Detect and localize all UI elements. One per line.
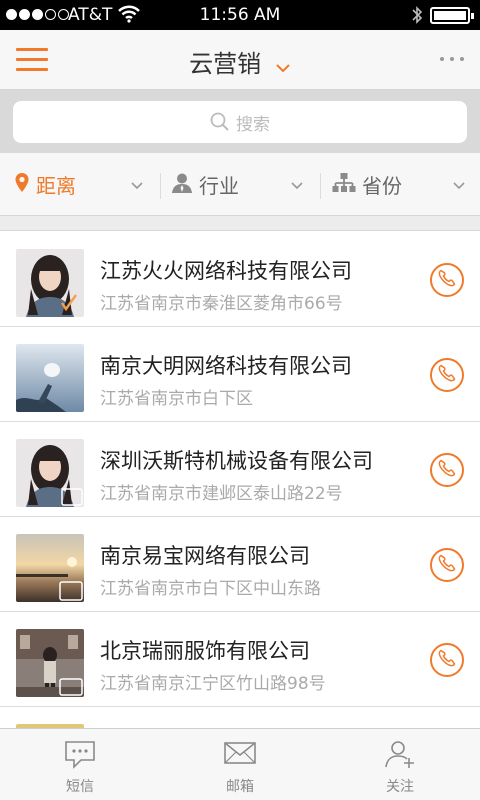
company-name: 江苏火火网络科技有限公司 (100, 259, 352, 283)
filter-province-label: 省份 (362, 174, 402, 198)
chevron-down-icon (290, 175, 304, 194)
message-icon (60, 739, 100, 771)
section-divider (0, 216, 480, 231)
add-contact-icon (380, 739, 420, 771)
avatar (16, 629, 84, 697)
search-placeholder: 搜索 (236, 114, 270, 135)
hierarchy-icon (332, 172, 356, 198)
chevron-down-icon (452, 175, 466, 194)
location-pin-icon (14, 172, 30, 198)
filter-industry[interactable]: 行业 (171, 153, 311, 216)
person-icon (171, 172, 193, 198)
phone-call-button[interactable] (430, 548, 464, 582)
phone-call-button[interactable] (430, 453, 464, 487)
avatar (16, 344, 84, 412)
company-list: 江苏火火网络科技有限公司 江苏省南京市秦淮区菱角市66号 南京大明网络科技有限公… (0, 232, 480, 728)
tab-mail-label: 邮箱 (226, 779, 254, 795)
tab-mail[interactable]: 邮箱 (160, 729, 320, 800)
avatar (16, 534, 84, 602)
avatar (16, 439, 84, 507)
mail-icon (220, 739, 260, 771)
company-address: 江苏省南京市建邺区泰山路22号 (100, 484, 343, 504)
company-name: 深圳沃斯特机械设备有限公司 (100, 449, 373, 473)
tab-bar: 短信 邮箱 关注 (0, 728, 480, 800)
clock: 11:56 AM (199, 5, 281, 25)
phone-icon (437, 648, 457, 672)
search-bar: 搜索 (0, 90, 480, 153)
phone-icon (437, 363, 457, 387)
company-address: 江苏省南京市白下区中山东路 (100, 579, 321, 599)
company-address: 江苏省南京江宁区竹山路98号 (100, 674, 326, 694)
phone-call-button[interactable] (430, 263, 464, 297)
battery-icon (430, 7, 474, 24)
filter-distance-label: 距离 (36, 174, 76, 198)
list-item[interactable]: 深圳沃斯特机械设备有限公司 江苏省南京市建邺区泰山路22号 (0, 422, 480, 517)
phone-icon (437, 458, 457, 482)
phone-call-button[interactable] (430, 358, 464, 392)
more-options-icon[interactable] (440, 57, 464, 61)
filter-province[interactable]: 省份 (332, 153, 472, 216)
bluetooth-icon (411, 5, 423, 30)
phone-icon (437, 553, 457, 577)
phone-icon (437, 268, 457, 292)
search-icon (210, 112, 230, 132)
tab-sms-label: 短信 (66, 779, 94, 795)
company-name: 南京易宝网络有限公司 (100, 544, 310, 568)
tab-follow[interactable]: 关注 (320, 729, 480, 800)
nav-bar: 云营销 (0, 30, 480, 90)
list-item[interactable]: 北京瑞丽服饰有限公司 江苏省南京江宁区竹山路98号 (0, 612, 480, 707)
company-address: 江苏省南京市白下区 (100, 389, 253, 409)
filter-distance[interactable]: 距离 (14, 153, 156, 216)
list-item[interactable]: 南京大明网络科技有限公司 江苏省南京市白下区 (0, 327, 480, 422)
search-input[interactable]: 搜索 (13, 101, 467, 143)
status-bar: AT&T 11:56 AM (0, 0, 480, 30)
avatar (16, 249, 84, 317)
list-item-partial[interactable] (0, 707, 480, 728)
chevron-down-icon (275, 51, 291, 79)
tab-sms[interactable]: 短信 (0, 729, 160, 800)
phone-call-button[interactable] (430, 643, 464, 677)
list-item[interactable]: 江苏火火网络科技有限公司 江苏省南京市秦淮区菱角市66号 (0, 232, 480, 327)
company-name: 北京瑞丽服饰有限公司 (100, 639, 310, 663)
page-title[interactable]: 云营销 (0, 44, 480, 79)
tab-follow-label: 关注 (386, 779, 414, 795)
filter-bar: 距离 行业 省份 (0, 153, 480, 216)
company-address: 江苏省南京市秦淮区菱角市66号 (100, 294, 343, 314)
filter-industry-label: 行业 (199, 174, 239, 198)
list-item[interactable]: 南京易宝网络有限公司 江苏省南京市白下区中山东路 (0, 517, 480, 612)
page-title-text: 云营销 (189, 50, 262, 78)
company-name: 南京大明网络科技有限公司 (100, 354, 352, 378)
chevron-down-icon (130, 175, 144, 194)
